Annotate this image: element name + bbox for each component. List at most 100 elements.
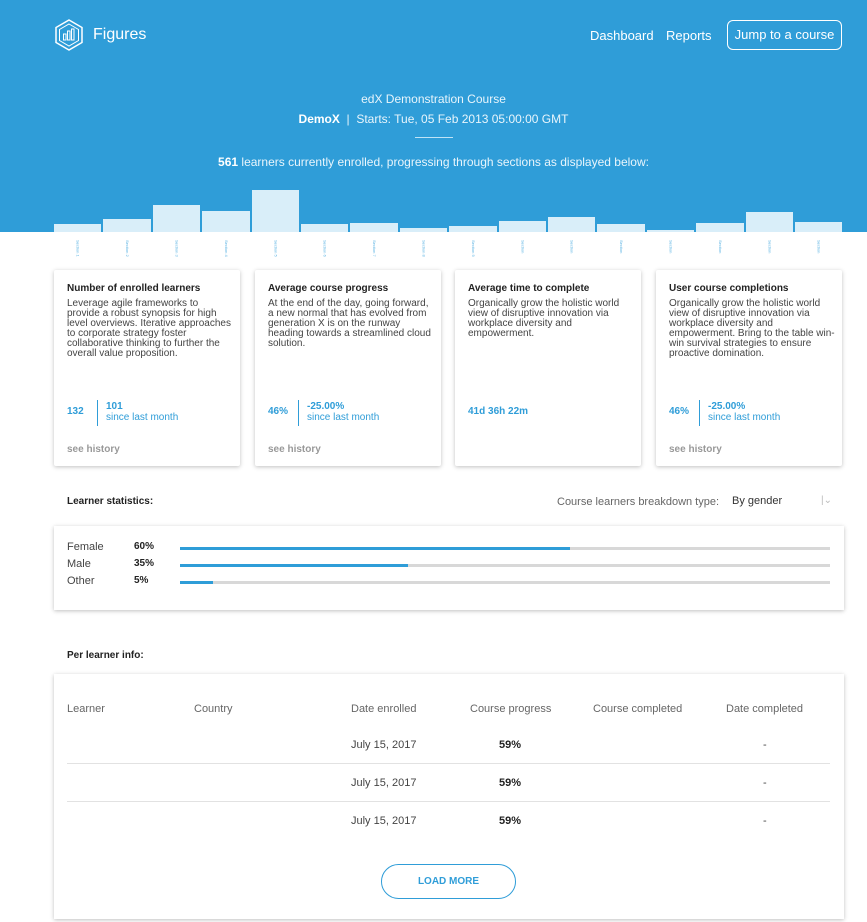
- histogram-bar: [399, 227, 448, 232]
- see-history-link[interactable]: see history: [268, 444, 321, 455]
- histogram-bar: [498, 220, 546, 232]
- see-history-link[interactable]: see history: [669, 444, 722, 455]
- card-enrolled-learners: Number of enrolled learners Leverage agi…: [54, 270, 240, 466]
- nav-reports[interactable]: Reports: [666, 28, 712, 43]
- progress-fill: [180, 547, 570, 550]
- course-start-date: Starts: Tue, 05 Feb 2013 05:00:00 GMT: [356, 112, 569, 126]
- section-label: Section 14: [717, 240, 723, 254]
- stat-row-female: Female 60%: [67, 541, 837, 556]
- card-average-time: Average time to complete Organically gro…: [455, 270, 641, 466]
- table-row[interactable]: July 15, 2017 59% -: [67, 726, 830, 764]
- chevron-down-icon: |⌄: [821, 495, 832, 506]
- card-change-value: 101: [106, 401, 123, 412]
- stat-row-male: Male 35%: [67, 558, 837, 573]
- card-value: 132: [67, 406, 84, 417]
- histogram-bar: [152, 205, 201, 232]
- card-average-progress: Average course progress At the end of th…: [255, 270, 441, 466]
- section-label: Section 2: [125, 240, 131, 257]
- card-change-label: since last month: [708, 412, 781, 423]
- table-row[interactable]: July 15, 2017 59% -: [67, 764, 830, 802]
- learner-statistics-panel: Female 60% Male 35% Other 5%: [54, 526, 844, 610]
- column-header-country[interactable]: Country: [194, 703, 233, 715]
- section-label: Section 15: [766, 240, 773, 254]
- column-header-course-progress[interactable]: Course progress: [470, 703, 551, 715]
- section-label: Section 8: [421, 240, 427, 257]
- stat-label: Other: [67, 575, 95, 587]
- card-title: Number of enrolled learners: [67, 283, 201, 294]
- progress-track: [180, 581, 830, 584]
- card-description: Organically grow the holistic world view…: [468, 298, 620, 339]
- progress-track: [180, 547, 830, 550]
- card-change-value: -25.00%: [708, 401, 746, 412]
- histogram-bar: [548, 216, 596, 232]
- date-completed-cell: -: [763, 739, 767, 751]
- stat-percent: 60%: [134, 541, 155, 552]
- section-label: Section 1: [75, 240, 81, 257]
- section-label: Section 3: [174, 240, 180, 257]
- date-enrolled-cell: July 15, 2017: [351, 777, 417, 789]
- histogram-bar: [202, 210, 250, 232]
- progress-fill: [180, 564, 408, 567]
- histogram-bar: [795, 221, 843, 232]
- stat-percent: 35%: [134, 558, 155, 569]
- card-value: 46%: [669, 406, 690, 417]
- histogram-bar: [696, 222, 744, 232]
- column-header-course-completed[interactable]: Course completed: [593, 703, 682, 715]
- card-change-value: -25.00%: [307, 401, 345, 412]
- logo-text: Figures: [93, 26, 147, 43]
- stat-divider: [97, 400, 98, 426]
- card-value: 41d 36h 22m: [468, 406, 529, 417]
- histogram-bar: [597, 223, 645, 232]
- date-enrolled-cell: July 15, 2017: [351, 739, 417, 751]
- card-value: 46%: [268, 406, 289, 417]
- column-header-learner[interactable]: Learner: [67, 703, 105, 715]
- card-course-completions: User course completions Organically grow…: [656, 270, 842, 466]
- enrolled-text: learners currently enrolled, progressing…: [241, 155, 649, 169]
- card-change-label: since last month: [307, 412, 380, 423]
- table-row[interactable]: July 15, 2017 59% -: [67, 802, 830, 840]
- card-change: 101 since last month: [106, 401, 178, 423]
- stat-label: Male: [67, 558, 91, 570]
- progress-cell: 59%: [499, 739, 522, 751]
- section-label: Section 7: [372, 240, 378, 257]
- breakdown-type-value: By gender: [732, 495, 783, 507]
- histogram-bar: [350, 222, 398, 232]
- date-completed-cell: -: [763, 777, 767, 789]
- column-header-date-completed[interactable]: Date completed: [726, 703, 803, 715]
- card-change: -25.00% since last month: [307, 401, 379, 423]
- card-title: Average course progress: [268, 283, 389, 294]
- per-learner-info-label: Per learner info:: [67, 650, 144, 661]
- date-enrolled-cell: July 15, 2017: [351, 815, 417, 827]
- stat-divider: [298, 400, 299, 426]
- breakdown-type-label: Course learners breakdown type:: [557, 496, 720, 508]
- section-label: Section 4: [223, 240, 229, 257]
- card-title: User course completions: [669, 283, 789, 294]
- see-history-link[interactable]: see history: [67, 444, 120, 455]
- card-description: Leverage agile frameworks to provide a r…: [67, 298, 231, 359]
- course-meta-separator: |: [346, 112, 350, 126]
- progress-cell: 59%: [499, 777, 522, 789]
- column-header-date-enrolled[interactable]: Date enrolled: [351, 703, 416, 715]
- histogram-bar: [449, 225, 497, 232]
- card-description: Organically grow the holistic world view…: [669, 298, 835, 359]
- histogram-bar: [301, 223, 349, 232]
- jump-to-course-button[interactable]: Jump to a course: [727, 20, 842, 50]
- section-label: Section 11: [569, 240, 575, 254]
- stat-label: Female: [67, 541, 104, 553]
- logo[interactable]: Figures: [53, 19, 146, 51]
- stat-divider: [699, 400, 700, 426]
- nav-dashboard[interactable]: Dashboard: [590, 28, 654, 43]
- card-change: -25.00% since last month: [708, 401, 780, 423]
- stat-percent: 5%: [134, 575, 149, 586]
- load-more-button[interactable]: LOAD MORE: [381, 864, 516, 899]
- section-label: Section 6: [322, 240, 328, 257]
- course-name: edX Demonstration Course: [361, 92, 506, 106]
- breakdown-type-select[interactable]: By gender |⌄: [730, 491, 838, 511]
- section-label: Section 5: [273, 240, 279, 257]
- histogram-bar: [54, 223, 102, 232]
- card-change-label: since last month: [106, 412, 179, 423]
- header-divider: [415, 137, 453, 138]
- progress-track: [180, 564, 830, 567]
- progress-cell: 59%: [499, 815, 522, 827]
- learner-statistics-label: Learner statistics:: [67, 496, 154, 507]
